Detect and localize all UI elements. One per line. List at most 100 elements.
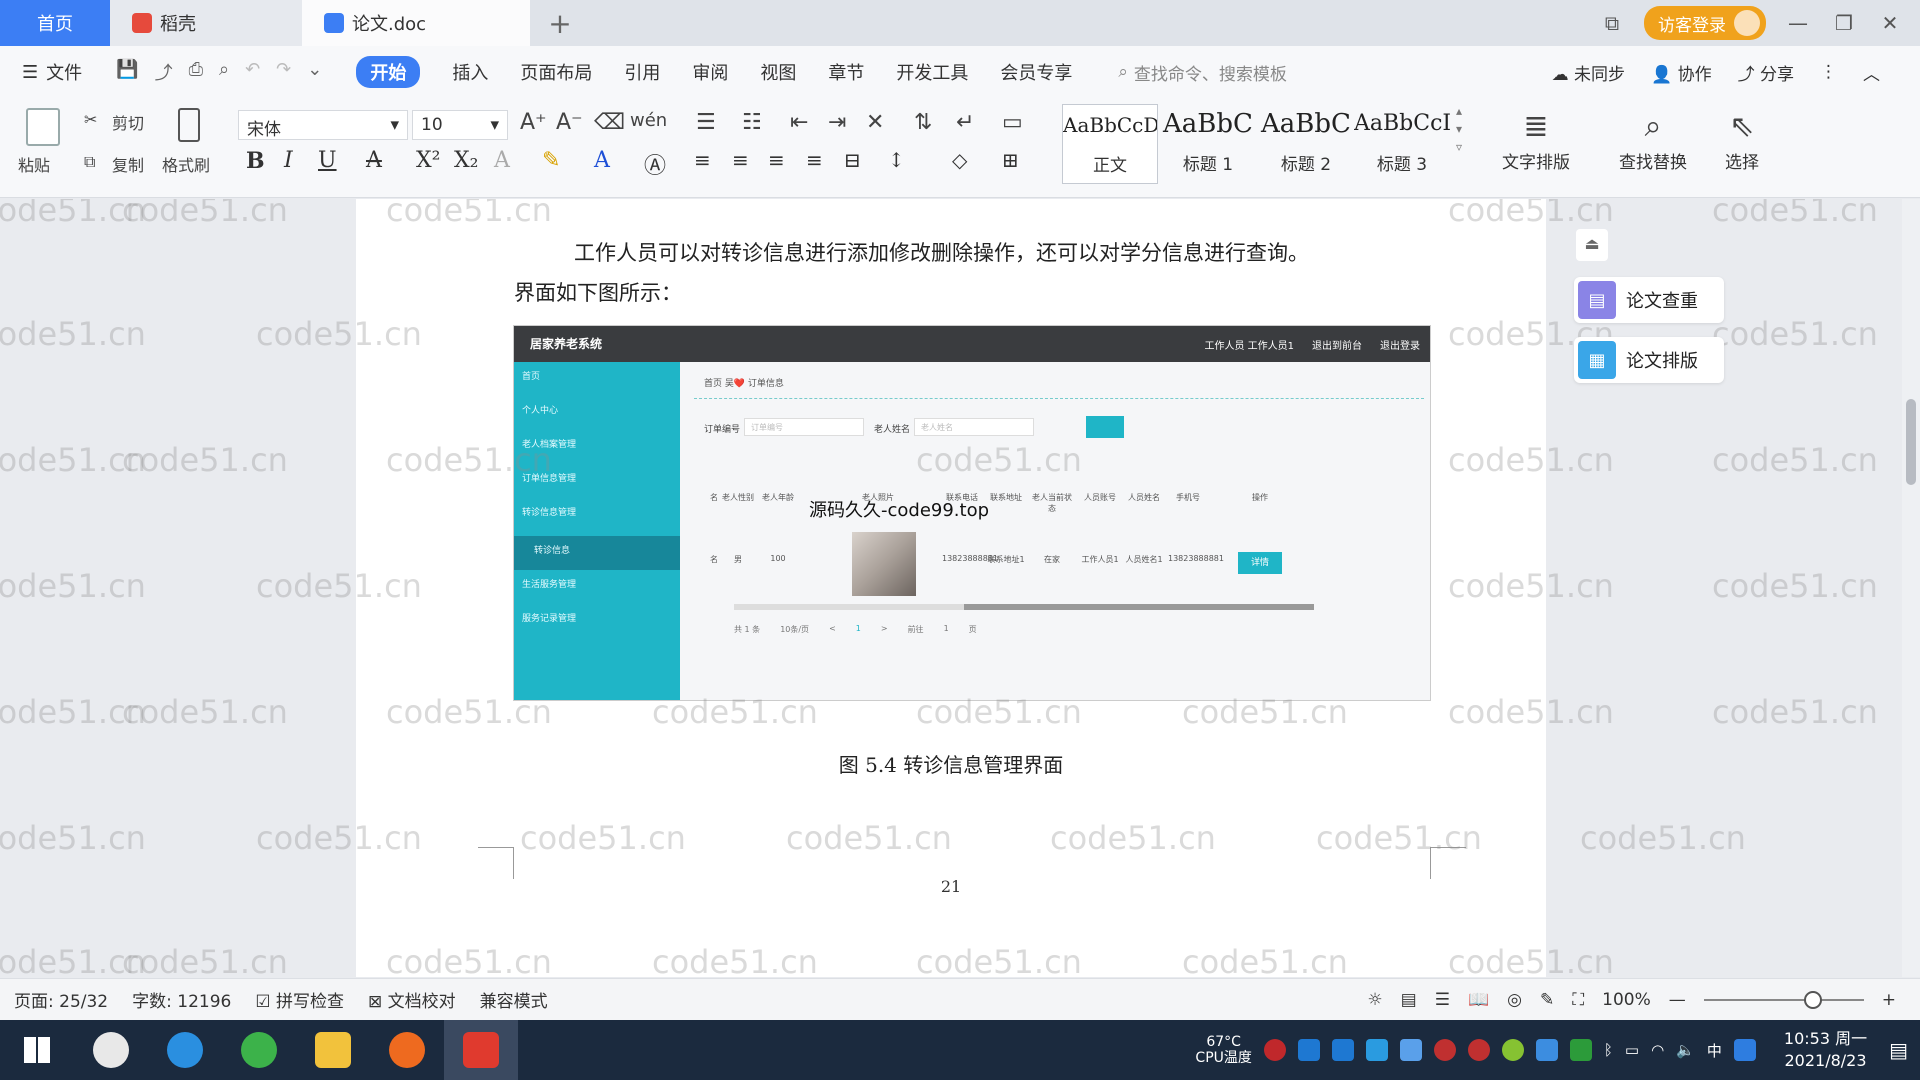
outdent-icon[interactable]: ⇤ <box>790 110 808 135</box>
outline-view-icon[interactable]: ☰ <box>1435 990 1450 1010</box>
style-heading-1[interactable]: AaBbC 标题 1 <box>1160 104 1256 184</box>
distributed-icon[interactable]: ⊟ <box>844 148 861 172</box>
tray-app-icon[interactable] <box>1331 1039 1354 1061</box>
eye-protect-icon[interactable]: ☼ <box>1367 990 1382 1010</box>
guest-login-button[interactable]: 访客登录 <box>1644 6 1766 40</box>
bullet-list-icon[interactable]: ☰ <box>696 110 716 135</box>
bold-icon[interactable]: B <box>246 148 265 174</box>
format-painter-button[interactable]: 格式刷 <box>162 152 210 176</box>
line-spacing-icon[interactable]: ↕ <box>888 148 905 172</box>
redo-icon[interactable]: ↷ <box>276 59 291 85</box>
menu-references[interactable]: 引用 <box>624 59 660 85</box>
collaborate-button[interactable]: 👤 协作 <box>1651 60 1712 85</box>
underline-icon[interactable]: U <box>318 148 337 173</box>
wifi-icon[interactable]: ◠ <box>1651 1041 1664 1059</box>
paper-check-button[interactable]: ▤ 论文查重 <box>1574 277 1724 323</box>
zoom-out-icon[interactable]: — <box>1669 990 1686 1010</box>
file-menu[interactable]: ☰ 文件 <box>22 59 82 85</box>
restore-icon[interactable]: ❐ <box>1830 11 1858 35</box>
page-indicator[interactable]: 页面: 25/32 <box>14 987 108 1012</box>
styles-scroll-icon[interactable]: ▴ ▾ ▿ <box>1456 102 1462 156</box>
zoom-in-icon[interactable]: + <box>1882 990 1896 1010</box>
chinese-layout-icon[interactable]: ✕ <box>866 110 884 135</box>
tab-list-icon[interactable]: ⧉ <box>1598 11 1626 35</box>
windows-start-icon[interactable] <box>0 1020 74 1080</box>
menu-chapter[interactable]: 章节 <box>828 59 864 85</box>
file-explorer-icon[interactable] <box>296 1020 370 1080</box>
menu-developer[interactable]: 开发工具 <box>896 59 968 85</box>
export-icon[interactable]: ⤴ <box>155 59 173 85</box>
clear-format-icon[interactable]: ⌫ <box>594 110 625 135</box>
sync-button[interactable]: ☁ 未同步 <box>1552 60 1625 85</box>
tab-daoke[interactable]: 稻壳 <box>110 0 302 46</box>
scissors-icon[interactable]: ✂ <box>84 110 97 129</box>
quick-access-dropdown-icon[interactable]: ⌄ <box>307 59 322 85</box>
style-normal[interactable]: AaBbCcDc 正文 <box>1062 104 1158 184</box>
ie-browser-icon[interactable] <box>148 1020 222 1080</box>
zoom-level[interactable]: 100% <box>1602 990 1651 1010</box>
read-view-icon[interactable]: 📖 <box>1468 990 1489 1010</box>
collapse-ribbon-icon[interactable]: ︿ <box>1863 60 1880 85</box>
tray-app-icon[interactable] <box>1297 1039 1320 1061</box>
grow-font-icon[interactable]: A⁺ <box>520 110 547 135</box>
copy-icon[interactable]: ⧉ <box>84 152 95 172</box>
select-button[interactable]: ⇖ 选择 <box>1712 106 1772 173</box>
font-size-select[interactable]: 10 ▾ <box>412 110 508 140</box>
justify-icon[interactable]: ≡ <box>806 148 823 172</box>
style-heading-2[interactable]: AaBbC 标题 2 <box>1258 104 1354 184</box>
shading-icon[interactable]: ◇ <box>952 148 967 172</box>
zoom-slider-knob[interactable] <box>1803 990 1822 1009</box>
tray-app-icon[interactable] <box>1501 1039 1524 1061</box>
page-view-icon[interactable]: ▤ <box>1401 990 1417 1010</box>
paper-layout-button[interactable]: ▦ 论文排版 <box>1574 337 1724 383</box>
browser-360-icon[interactable] <box>222 1020 296 1080</box>
tray-app-icon[interactable] <box>1733 1039 1756 1061</box>
borders-icon[interactable]: ⊞ <box>1002 148 1019 172</box>
tab-home[interactable]: 首页 <box>0 0 110 46</box>
superscript-icon[interactable]: X² <box>416 148 440 173</box>
minimize-icon[interactable]: — <box>1784 11 1812 35</box>
proofread-button[interactable]: ⊠ 文档校对 <box>368 987 456 1012</box>
tray-app-icon[interactable] <box>1433 1039 1456 1061</box>
paste-button[interactable]: 粘贴 <box>18 152 50 176</box>
ruler-icon[interactable]: ▭ <box>1002 110 1023 135</box>
cpu-temp-widget[interactable]: 67°C CPU温度 <box>1195 1034 1251 1066</box>
highlight-icon[interactable]: ✎ <box>542 148 560 173</box>
align-center-icon[interactable]: ≡ <box>732 148 749 172</box>
find-replace-button[interactable]: ⌕ 查找替换 <box>1608 106 1698 173</box>
paragraph-mark-icon[interactable]: ↵ <box>956 110 974 135</box>
volume-icon[interactable]: 🔈 <box>1676 1041 1695 1059</box>
vertical-scrollbar[interactable] <box>1902 199 1920 977</box>
ime-indicator[interactable]: 中 <box>1707 1040 1722 1061</box>
menu-home[interactable]: 开始 <box>356 56 421 88</box>
numbered-list-icon[interactable]: ☷ <box>742 110 762 135</box>
undo-icon[interactable]: ↶ <box>245 59 260 85</box>
collapse-panel-icon[interactable]: ⏏ <box>1576 229 1608 261</box>
bluetooth-icon[interactable]: ᛒ <box>1604 1041 1613 1059</box>
zoom-slider[interactable] <box>1703 990 1864 1009</box>
align-right-icon[interactable]: ≡ <box>768 148 785 172</box>
notification-icon[interactable]: ▤ <box>1889 1038 1908 1062</box>
scrollbar-thumb[interactable] <box>1906 399 1916 485</box>
media-app-icon[interactable] <box>370 1020 444 1080</box>
wps-writer-icon[interactable] <box>444 1020 518 1080</box>
tray-app-icon[interactable] <box>1365 1039 1388 1061</box>
italic-icon[interactable]: I <box>284 148 293 173</box>
sort-icon[interactable]: ⇅ <box>914 110 932 135</box>
tray-app-icon[interactable] <box>1535 1039 1558 1061</box>
web-view-icon[interactable]: ◎ <box>1507 990 1522 1010</box>
format-painter-icon[interactable] <box>178 108 200 142</box>
shield-icon[interactable] <box>1399 1039 1422 1061</box>
tab-document[interactable]: 论文.doc <box>302 0 530 46</box>
cut-button[interactable]: 剪切 <box>112 110 144 134</box>
battery-icon[interactable]: ▭ <box>1625 1041 1639 1059</box>
text-effect-icon[interactable]: A <box>494 148 510 173</box>
menu-view[interactable]: 视图 <box>760 59 796 85</box>
menu-member[interactable]: 会员专享 <box>1000 59 1072 85</box>
style-heading-3[interactable]: AaBbCcI 标题 3 <box>1354 104 1450 184</box>
print-icon[interactable]: ⎙ <box>189 59 203 85</box>
word-count[interactable]: 字数: 12196 <box>132 987 231 1012</box>
menu-review[interactable]: 审阅 <box>692 59 728 85</box>
write-view-icon[interactable]: ✎ <box>1540 990 1554 1010</box>
menu-insert[interactable]: 插入 <box>452 59 488 85</box>
